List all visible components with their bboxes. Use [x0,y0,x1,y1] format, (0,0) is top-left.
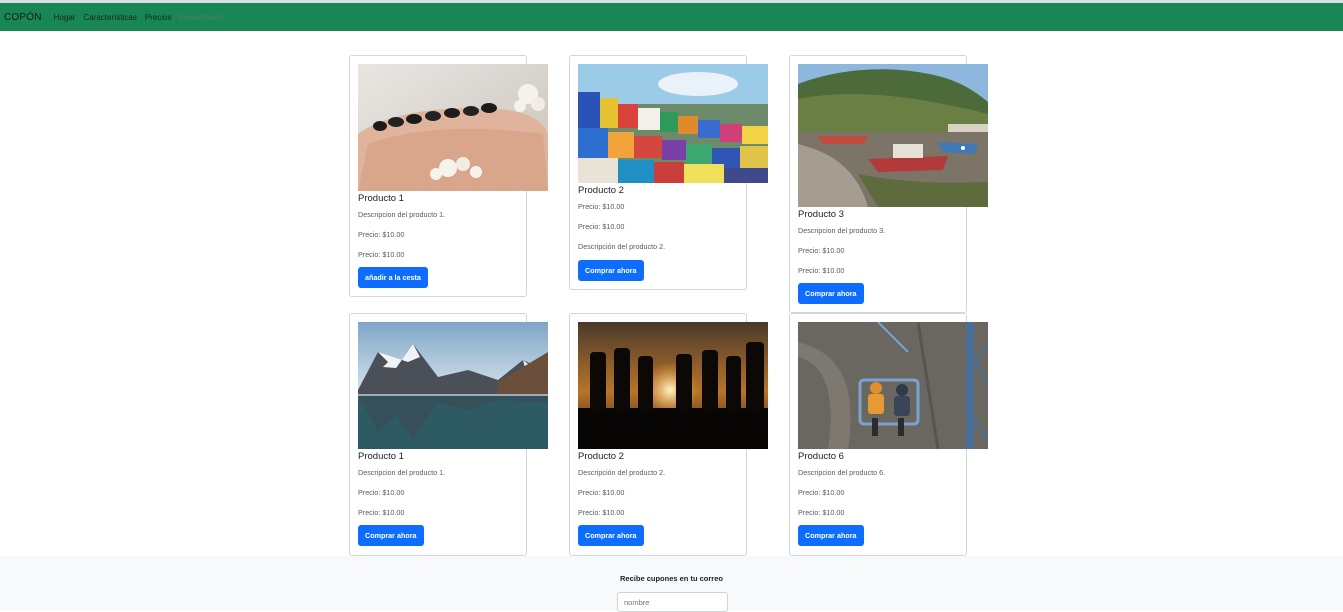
nav-link-precios[interactable]: Precios [145,13,172,22]
product-card-5: Producto 2 Descripción del producto 2. P… [569,313,768,556]
product-price: Precio: $10.00 [358,250,405,259]
product-image-massage [358,64,548,191]
product-price: Precio: $10.00 [798,508,845,517]
name-input[interactable] [617,592,728,612]
navbar: COPÓN Hogar Características Precios Desa… [0,3,1343,31]
product-title: Producto 1 [358,193,404,204]
product-description: Descripcion del producto 1. [358,210,446,219]
buy-now-button[interactable]: Comprar ahora [798,283,864,304]
product-price: Precio: $10.00 [798,246,845,255]
product-price: Precio: $10.00 [578,508,625,517]
product-price: Precio: $10.00 [578,202,625,211]
product-image-moai-sunset [578,322,768,449]
product-description: Descripcion del producto 6. [798,468,886,477]
product-price: Precio: $10.00 [578,488,625,497]
product-price: Precio: $10.00 [578,222,625,231]
product-image-harbor-boats [798,64,988,207]
newsletter-footer: Recibe cupones en tu correo [0,556,1343,612]
product-price: Precio: $10.00 [358,230,405,239]
product-price: Precio: $10.00 [358,508,405,517]
brand-logo[interactable]: COPÓN [4,12,42,23]
product-price: Precio: $10.00 [798,266,845,275]
nav-link-desactivado: Desactivado [179,12,224,22]
product-card-3: Producto 3 Descripcion del producto 3. P… [789,55,988,313]
product-description: Descripcion del producto 1. [358,468,446,477]
newsletter-title: Recibe cupones en tu correo [620,574,723,583]
product-description: Descripción del producto 2. [578,468,666,477]
buy-now-button[interactable]: Comprar ahora [798,525,864,546]
product-title: Producto 3 [798,209,844,220]
product-title: Producto 1 [358,451,404,462]
product-card-1: Producto 1 Descripcion del producto 1. P… [349,55,548,297]
product-card-2: Producto 2 Precio: $10.00 Precio: $10.00… [569,55,768,290]
product-description: Descripcion del producto 3. [798,226,886,235]
product-title: Producto 2 [578,451,624,462]
product-title: Producto 2 [578,185,624,196]
product-image-colorful-houses [578,64,768,183]
product-price: Precio: $10.00 [358,488,405,497]
product-image-chairlift [798,322,988,449]
product-image-mountain-lake [358,322,548,449]
nav-link-caracteristicas[interactable]: Características [83,13,136,22]
buy-now-button[interactable]: Comprar ahora [358,525,424,546]
product-price: Precio: $10.00 [798,488,845,497]
product-title: Producto 6 [798,451,844,462]
product-card-6: Producto 6 Descripcion del producto 6. P… [789,313,988,556]
product-description: Descripción del producto 2. [578,242,666,251]
nav-link-hogar[interactable]: Hogar [54,13,76,22]
product-card-4: Producto 1 Descripcion del producto 1. P… [349,313,548,556]
buy-now-button[interactable]: Comprar ahora [578,525,644,546]
add-to-cart-button[interactable]: añadir a la cesta [358,267,428,288]
buy-now-button[interactable]: Comprar ahora [578,260,644,281]
